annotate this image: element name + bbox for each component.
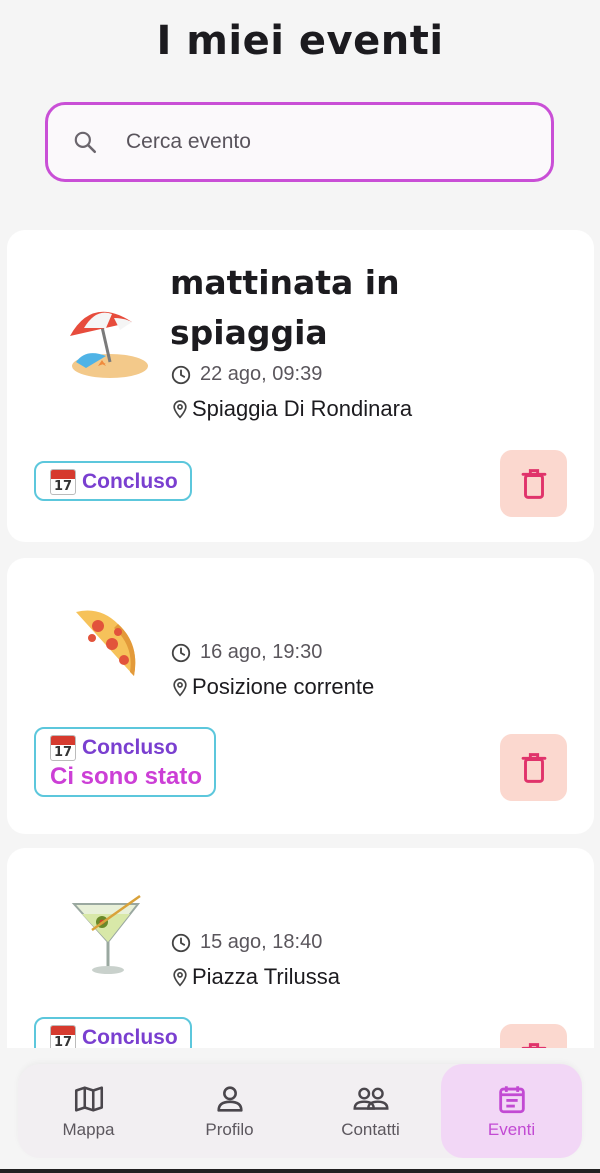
status-label: Concluso xyxy=(82,736,178,759)
trash-icon xyxy=(521,468,546,499)
event-title: mattinata in spiaggia xyxy=(170,263,400,352)
status-badge: 17 Concluso Ci sono stato xyxy=(34,727,217,797)
event-time: 15 ago, 18:40 xyxy=(170,931,322,954)
delete-button[interactable] xyxy=(500,1024,567,1048)
event-location-label: Posizione corrente xyxy=(192,674,375,699)
event-location: Posizione corrente xyxy=(170,674,374,700)
search-icon xyxy=(72,127,102,157)
bottom-navigation: Mappa Profilo Contatti Eventi xyxy=(18,1064,582,1158)
event-card[interactable]: 16 ago, 19:30 Posizione corrente 17 Conc… xyxy=(7,558,594,834)
clock-icon xyxy=(171,643,191,662)
pizza-emoji xyxy=(62,594,152,684)
nav-item-mappa[interactable]: Mappa xyxy=(18,1064,159,1158)
clock-icon xyxy=(171,365,191,384)
delete-button[interactable] xyxy=(500,734,567,801)
event-list[interactable]: mattinata in spiaggia 22 ago, 09:39 Spia… xyxy=(7,230,594,1048)
event-time-label: 16 ago, 19:30 xyxy=(200,641,323,663)
calendar-icon: 17 xyxy=(50,1025,76,1048)
delete-button[interactable] xyxy=(500,450,567,517)
page-title: I miei eventi xyxy=(156,18,444,64)
event-location-label: Piazza Trilussa xyxy=(192,964,340,989)
system-bar xyxy=(0,1169,600,1173)
status-label: Concluso xyxy=(82,1026,178,1048)
trash-icon xyxy=(521,752,546,783)
event-location: Piazza Trilussa xyxy=(170,964,340,990)
event-location: Spiaggia Di Rondinara xyxy=(170,396,412,422)
search-field[interactable] xyxy=(45,102,554,182)
status-label: Concluso xyxy=(82,470,178,493)
nav-label: Eventi xyxy=(487,1120,536,1139)
map-icon xyxy=(74,1086,103,1112)
trash-icon xyxy=(521,1042,546,1048)
event-time: 22 ago, 09:39 xyxy=(170,363,322,386)
event-time: 16 ago, 19:30 xyxy=(170,641,322,664)
location-pin-icon xyxy=(173,678,187,697)
nav-label: Mappa xyxy=(62,1120,115,1139)
nav-item-profilo[interactable]: Profilo xyxy=(159,1064,300,1158)
event-card[interactable]: 15 ago, 18:40 Piazza Trilussa 17 Conclus… xyxy=(7,848,594,1048)
cocktail-emoji xyxy=(62,888,152,978)
nav-item-eventi[interactable]: Eventi xyxy=(441,1064,582,1158)
status-badge: 17 Concluso xyxy=(34,461,192,501)
event-list-icon xyxy=(498,1086,525,1114)
clock-icon xyxy=(171,933,191,952)
location-pin-icon xyxy=(173,400,187,419)
people-icon xyxy=(352,1087,389,1110)
status-badge: 17 Concluso xyxy=(34,1017,192,1048)
nav-item-contatti[interactable]: Contatti xyxy=(300,1064,441,1158)
person-icon xyxy=(216,1086,243,1112)
event-card[interactable]: mattinata in spiaggia 22 ago, 09:39 Spia… xyxy=(7,230,594,542)
nav-label: Profilo xyxy=(205,1120,254,1139)
calendar-icon: 17 xyxy=(50,469,76,495)
event-location-label: Spiaggia Di Rondinara xyxy=(192,396,413,421)
search-input[interactable] xyxy=(126,130,506,154)
nav-label: Contatti xyxy=(341,1120,400,1139)
event-time-label: 22 ago, 09:39 xyxy=(200,363,323,385)
calendar-icon: 17 xyxy=(50,735,76,761)
event-time-label: 15 ago, 18:40 xyxy=(200,931,323,953)
location-pin-icon xyxy=(173,968,187,987)
attended-label: Ci sono stato xyxy=(50,763,203,790)
beach-umbrella-emoji xyxy=(62,300,152,390)
